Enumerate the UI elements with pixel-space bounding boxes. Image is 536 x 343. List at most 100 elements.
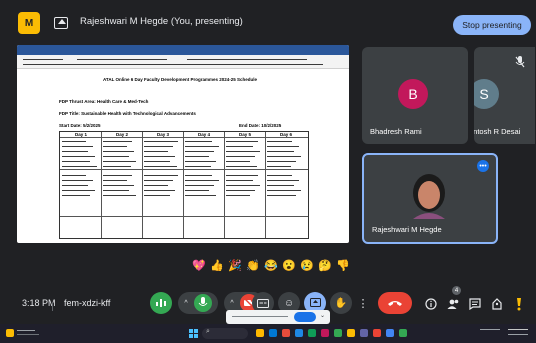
reaction-2-button[interactable]: 👍 [209,257,225,273]
taskbar-search[interactable]: ⌕ [202,328,248,339]
cell-text-line [144,151,168,153]
emoji-icon: ☺ [283,297,295,309]
reaction-1-button[interactable]: 💖 [191,257,207,273]
reaction-8-button[interactable]: 🤔 [317,257,333,273]
cell-text-line [62,190,95,192]
avatar: B [398,79,428,109]
mic-off-icon [515,56,525,68]
leave-call-button[interactable] [378,292,412,314]
cell-text-line [185,166,211,168]
cell-text-line [267,175,292,177]
cell-text-line [185,146,219,148]
notification-text-blur [232,316,288,318]
meeting-header: M Rajeshwari M Hegde (You, presenting) S… [0,0,536,48]
meeting-code: fem-xdzi-kff [64,298,111,308]
taskbar-app-icon[interactable] [360,329,368,337]
hide-icon[interactable]: ⌄ [320,312,325,319]
cell-text-line [144,190,175,192]
shared-screen: ATAL Online 6 Day Faculty Development Pr… [17,45,349,243]
audio-output-button[interactable] [150,292,172,314]
reaction-5-button[interactable]: 😂 [263,257,279,273]
divider [52,302,53,311]
presenting-icon [54,17,68,29]
taskbar-app-icon[interactable] [321,329,329,337]
cell-text-line [144,185,168,187]
stop-presenting-button[interactable]: Stop presenting [453,15,531,35]
cell-text-line [185,175,212,177]
cell-text-line [185,180,219,182]
meeting-time: 3:18 PM [22,298,56,308]
taskbar-app-icon[interactable] [373,329,381,337]
column-divider [265,132,266,238]
start-icon[interactable] [189,329,198,338]
activities-icon[interactable] [490,297,504,311]
cell-text-line [144,180,173,182]
stop-sharing-button[interactable] [294,312,316,322]
cell-text-line [185,156,209,158]
column-divider [224,132,225,238]
cell-text-line [185,195,216,197]
taskbar-app-icon[interactable] [282,329,290,337]
column-divider [183,132,184,238]
raise-hand-button[interactable]: ✋ [330,292,352,314]
cell-text-line [226,166,257,168]
cell-text-line [144,195,170,197]
cell-text-line [267,151,294,153]
end-call-icon [388,301,402,306]
self-view-tile[interactable]: ••• Rajeshwari M Hegde [362,153,498,244]
more-options-icon[interactable]: ••• [477,160,489,172]
row-divider [60,169,308,170]
day-3-header: Day 3 [156,132,169,137]
end-date: End Date: 10/2/2025 [239,123,282,128]
present-icon [309,298,321,307]
cell-text-line [185,185,214,187]
reaction-3-button[interactable]: 🎉 [227,257,243,273]
start-date: Start Date: 5/2/2025 [59,123,101,128]
meeting-details-icon[interactable] [424,297,438,311]
taskbar-app-icon[interactable] [256,329,264,337]
chat-icon[interactable] [468,297,482,311]
host-controls-icon[interactable] [512,297,526,311]
taskbar-app-icon[interactable] [347,329,355,337]
participant-tile-bhadresh[interactable]: B Bhadresh Rami [362,47,468,144]
taskbar-app-icon[interactable] [308,329,316,337]
more-vert-icon: ⋮ [357,297,369,310]
mic-toggle-button[interactable]: ^ [178,292,218,314]
cell-text-line [226,175,258,177]
chevron-up-icon[interactable]: ^ [230,300,233,307]
taskbar-app-icon[interactable] [399,329,407,337]
weather-icon[interactable] [6,329,14,337]
reaction-7-button[interactable]: 😢 [299,257,315,273]
word-title-bar [17,45,349,55]
more-options-button[interactable]: ⋮ [356,292,370,314]
reaction-9-button[interactable]: 👎 [335,257,351,273]
captions-icon [257,298,269,308]
cell-text-line [267,156,301,158]
meet-app-logo: M [18,12,40,34]
chevron-up-icon[interactable]: ^ [184,300,187,307]
taskbar-app-icon[interactable] [269,329,277,337]
participant-tile-santosh[interactable]: S Santosh R Desai [474,47,535,144]
cell-text-line [62,161,90,163]
taskbar-app-icon[interactable] [334,329,342,337]
cell-text-line [103,161,136,163]
ribbon-text-blur [23,59,63,61]
taskbar-app-icon[interactable] [295,329,303,337]
clock-blur [508,334,528,336]
cell-text-line [144,146,173,148]
audio-level-icon [156,299,166,307]
cell-text-line [226,180,253,182]
ribbon-text-blur [23,64,323,66]
cell-text-line [226,161,250,163]
tray-icons-blur [480,329,500,331]
cell-text-line [103,151,134,153]
people-icon[interactable] [446,297,460,311]
cell-text-line [103,141,132,143]
cell-text-line [62,151,88,153]
reaction-6-button[interactable]: 😮 [281,257,297,273]
participant-name: Rajeshwari M Hegde [372,225,442,234]
reaction-4-button[interactable]: 👏 [245,257,261,273]
taskbar-app-icon[interactable] [386,329,394,337]
day-4-header: Day 4 [197,132,210,137]
clock-blur [508,329,528,331]
